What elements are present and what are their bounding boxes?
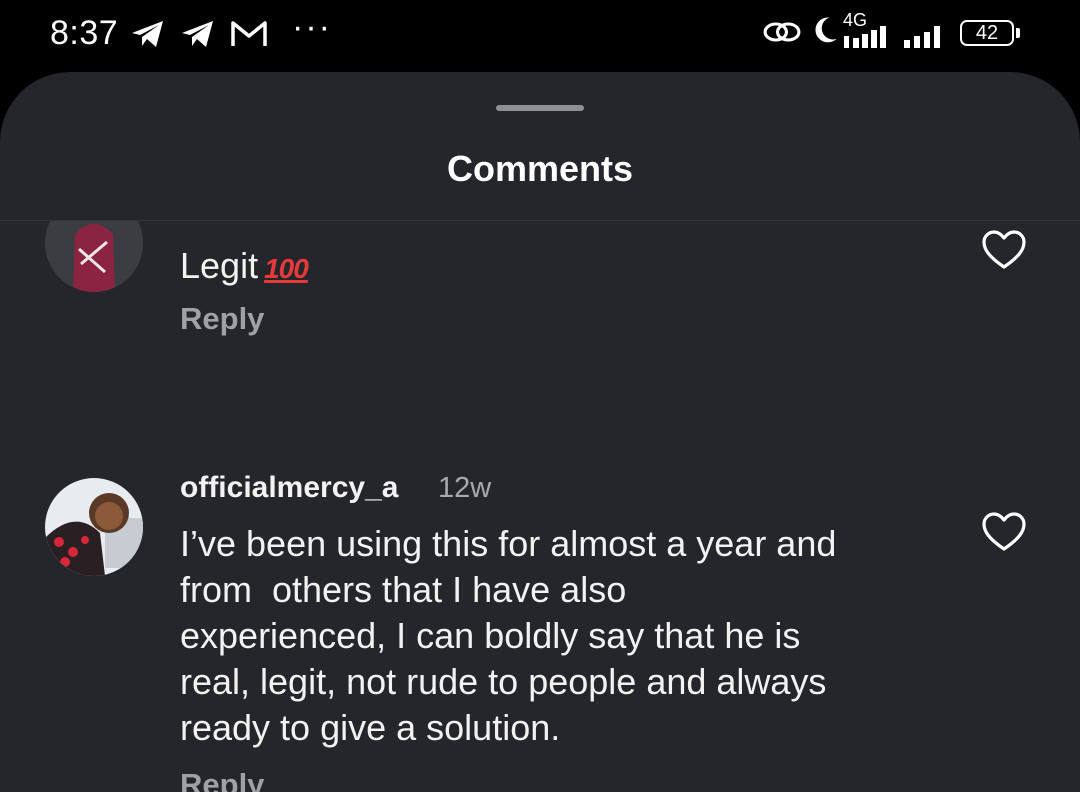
battery-icon: 42 <box>960 20 1014 46</box>
avatar[interactable] <box>45 478 143 576</box>
comments-sheet: Comments Legit 100 Reply officialmercy_a… <box>0 72 1080 792</box>
comment-text-line: Legit 100 <box>180 243 309 292</box>
comment-timestamp: 12w <box>438 472 492 504</box>
telegram-icon <box>132 21 163 47</box>
status-bar: 8:37 ··· 4G 42 <box>0 0 1080 72</box>
comment-text-line: I’ve been using this for almost a year a… <box>180 523 837 564</box>
hotspot-link-icon <box>763 22 801 42</box>
battery-tip <box>1016 28 1020 38</box>
comments-list[interactable]: Legit 100 Reply officialmercy_a 12w I’ve… <box>0 221 1080 792</box>
like-heart-icon[interactable] <box>982 230 1026 270</box>
comment-text-line: from others that I have also <box>180 569 627 610</box>
telegram-icon-2 <box>182 21 213 47</box>
do-not-disturb-moon-icon <box>815 17 837 43</box>
reply-button[interactable]: Reply <box>180 301 264 337</box>
signal-strength-icon-2 <box>904 26 940 48</box>
signal-strength-icon <box>844 26 886 48</box>
comment-username[interactable]: officialmercy_a <box>180 471 398 505</box>
clock-time: 8:37 <box>50 14 119 52</box>
battery-level: 42 <box>975 21 999 44</box>
like-heart-icon[interactable] <box>982 512 1026 552</box>
comment-text: Legit <box>180 245 259 286</box>
hundred-points-icon: 100 <box>264 253 309 284</box>
reply-button[interactable]: Reply <box>180 767 264 792</box>
comment-text-line: ready to give a solution. <box>180 707 561 748</box>
avatar[interactable] <box>45 221 143 292</box>
gmail-icon <box>231 21 267 46</box>
comment-text-line: real, legit, not rude to people and alwa… <box>180 661 827 702</box>
comment-text-block: I’ve been using this for almost a year a… <box>180 521 836 751</box>
comment-text-line: experienced, I can boldly say that he is <box>180 615 801 656</box>
more-notifications-icon: ··· <box>292 8 332 46</box>
drag-handle[interactable] <box>496 105 584 111</box>
sheet-title: Comments <box>446 148 634 189</box>
